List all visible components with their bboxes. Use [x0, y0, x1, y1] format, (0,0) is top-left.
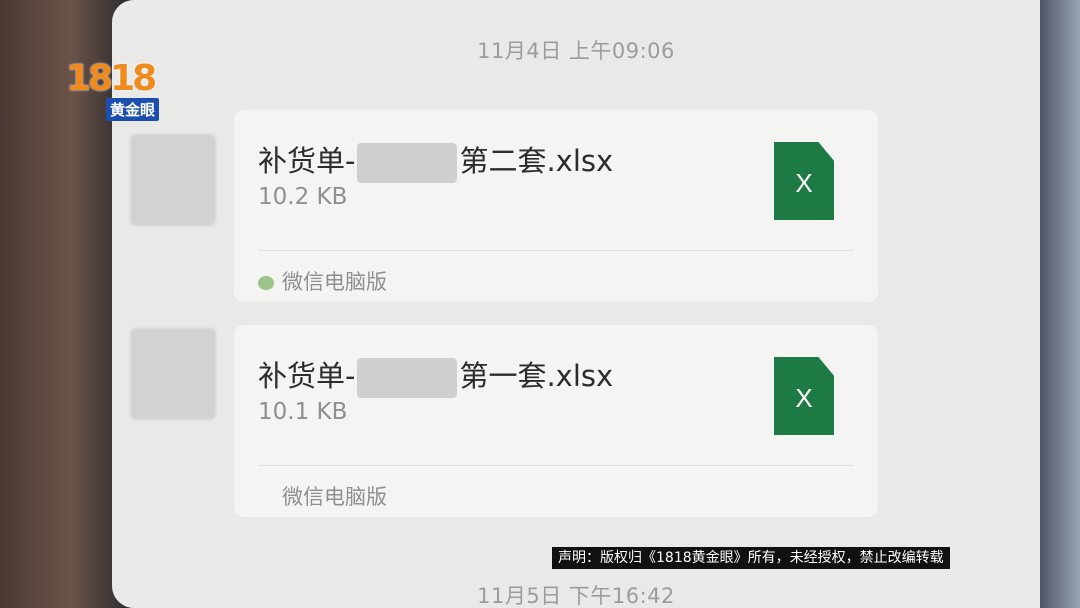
file-name-prefix: 补货单- — [258, 144, 356, 178]
timestamp-bottom: 11月5日 下午16:42 — [477, 584, 675, 608]
file-name-suffix: 第二套.xlsx — [459, 144, 614, 178]
file-name: 补货单- 第二套.xlsx — [258, 138, 613, 183]
timestamp-top: 11月4日 上午09:06 — [477, 39, 675, 63]
excel-icon: X — [774, 142, 834, 220]
redacted-block — [357, 143, 458, 183]
broadcaster-logo: 1818 黄金眼 — [66, 58, 162, 122]
excel-icon-letter: X — [795, 383, 813, 413]
wechat-icon — [258, 276, 274, 290]
card-divider — [258, 250, 854, 251]
excel-icon-letter: X — [795, 168, 813, 198]
avatar[interactable] — [130, 134, 216, 226]
logo-number: 1818 — [66, 58, 157, 99]
source-label: 微信电脑版 — [258, 481, 387, 511]
file-size: 10.2 KB — [258, 184, 348, 210]
file-size: 10.1 KB — [258, 399, 348, 425]
card-divider — [258, 465, 854, 466]
file-name: 补货单- 第一套.xlsx — [258, 353, 613, 398]
redacted-block — [357, 358, 458, 398]
logo-text: 黄金眼 — [106, 98, 160, 121]
file-name-suffix: 第一套.xlsx — [459, 359, 614, 393]
file-message-card[interactable]: 补货单- 第一套.xlsx 10.1 KB X 微信电脑版 — [234, 325, 878, 517]
file-name-prefix: 补货单- — [258, 359, 356, 393]
file-message-card[interactable]: 补货单- 第二套.xlsx 10.2 KB X 微信电脑版 — [234, 110, 878, 302]
avatar[interactable] — [130, 328, 216, 420]
excel-icon: X — [774, 357, 834, 435]
chat-screen: 11月4日 上午09:06 补货单- 第二套.xlsx 10.2 KB X 微信电… — [112, 0, 1040, 608]
copyright-disclaimer: 声明：版权归《1818黄金眼》所有，未经授权，禁止改编转载 — [552, 547, 950, 569]
source-text: 微信电脑版 — [282, 270, 387, 294]
source-label: 微信电脑版 — [258, 266, 387, 296]
source-text: 微信电脑版 — [282, 485, 387, 509]
